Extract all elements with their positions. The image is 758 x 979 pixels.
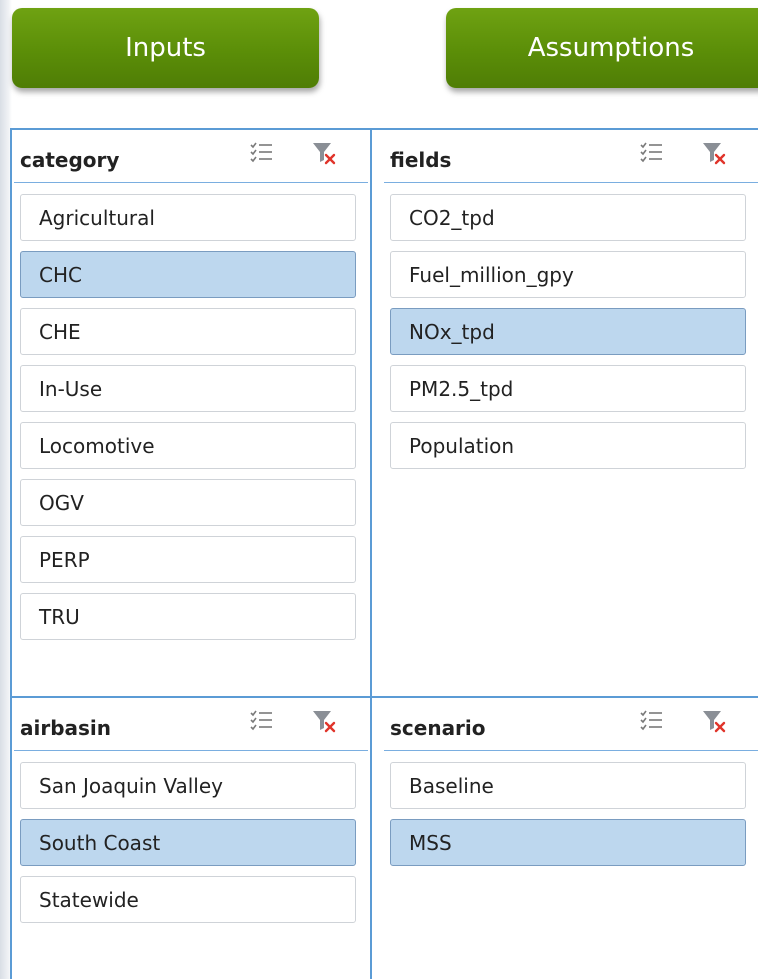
slicer-header: airbasin [14,700,368,751]
slicer-item[interactable]: Baseline [390,762,746,809]
slicer-item[interactable]: PERP [20,536,356,583]
divider-left [10,128,12,979]
clear-filter-icon[interactable] [700,140,728,168]
slicer-header: scenario [384,700,758,751]
slicer-item[interactable]: South Coast [20,819,356,866]
slicer-fields: fields CO2_tpd Fuel_million_gpy NOx_tpd PM2… [384,132,758,692]
slicer-title: fields [390,148,452,172]
assumptions-button[interactable]: Assumptions [446,8,758,88]
slicer-header: fields [384,132,758,183]
slicer-item[interactable]: Population [390,422,746,469]
multi-select-icon[interactable] [248,140,276,168]
slicer-category: category Agricultural CHC CHE In-Use Locomot… [14,132,368,692]
slicer-title: airbasin [20,716,112,740]
slicer-items: Agricultural CHC CHE In-Use Locomotive OGV PER… [20,194,356,650]
multi-select-icon[interactable] [638,140,666,168]
slicer-item[interactable]: NOx_tpd [390,308,746,355]
slicer-items: San Joaquin Valley South Coast Statewide [20,762,356,933]
divider-top [12,128,758,130]
slicer-item[interactable]: TRU [20,593,356,640]
inputs-button[interactable]: Inputs [12,8,319,88]
multi-select-icon[interactable] [248,708,276,736]
slicer-item[interactable]: MSS [390,819,746,866]
slicer-item[interactable]: CO2_tpd [390,194,746,241]
slicer-title: scenario [390,716,486,740]
slicer-item[interactable]: Locomotive [20,422,356,469]
slicer-items: Baseline MSS [390,762,746,876]
slicer-item[interactable]: CHC [20,251,356,298]
divider-middle-horizontal [12,696,758,698]
clear-filter-icon[interactable] [700,708,728,736]
slicer-title: category [20,148,120,172]
slicer-scenario: scenario Baseline MSS [384,700,758,979]
slicer-item[interactable]: OGV [20,479,356,526]
slicer-items: CO2_tpd Fuel_million_gpy NOx_tpd PM2.5_tpd P… [390,194,746,479]
multi-select-icon[interactable] [638,708,666,736]
slicer-item[interactable]: CHE [20,308,356,355]
clear-filter-icon[interactable] [310,140,338,168]
slicer-item[interactable]: San Joaquin Valley [20,762,356,809]
divider-middle [370,128,372,979]
slicer-item[interactable]: Statewide [20,876,356,923]
slicer-airbasin: airbasin San Joaquin Valley South Coast St… [14,700,368,979]
slicer-item[interactable]: Agricultural [20,194,356,241]
slicer-item[interactable]: PM2.5_tpd [390,365,746,412]
slicer-item[interactable]: Fuel_million_gpy [390,251,746,298]
slicer-header: category [14,132,368,183]
clear-filter-icon[interactable] [310,708,338,736]
slicer-item[interactable]: In-Use [20,365,356,412]
